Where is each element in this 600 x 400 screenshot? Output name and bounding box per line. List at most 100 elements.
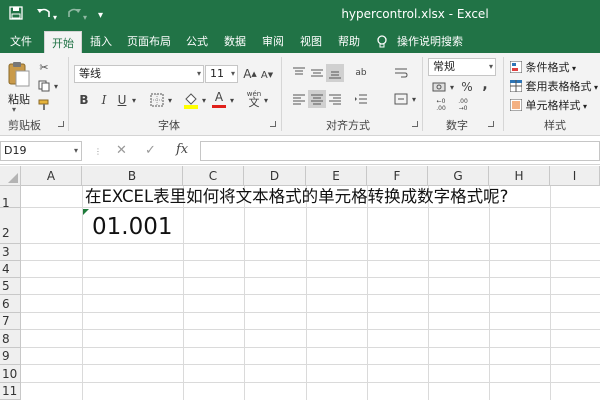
row-header-1[interactable]: 1 [0,186,21,210]
fill-color-dropdown-icon[interactable]: ▾ [200,91,208,109]
alignment-launcher-icon[interactable] [412,121,418,127]
tab-review[interactable]: 审阅 [256,30,290,53]
cell-b1[interactable]: 在EXCEL表里如何将文本格式的单元格转换成数字格式呢? [85,187,508,207]
copy-dropdown-icon[interactable]: ▾ [52,80,60,92]
gridline [21,243,600,244]
select-all-button[interactable] [0,166,21,186]
format-painter-icon[interactable] [36,97,52,113]
row-header-7[interactable]: 7 [0,313,21,330]
align-left-icon[interactable] [290,91,308,107]
align-bottom-icon[interactable] [326,64,344,82]
clipboard-launcher-icon[interactable] [58,121,64,127]
error-indicator-icon[interactable] [83,209,89,215]
decrease-decimal-glyph2: →0 [458,105,468,112]
comma-style-button[interactable]: , [478,77,492,93]
font-name-select[interactable]: 等线 ▾ [74,65,204,83]
tab-insert[interactable]: 插入 [84,30,118,53]
cut-icon[interactable]: ✂ [36,59,52,75]
borders-icon[interactable] [148,91,166,109]
align-top-icon[interactable] [290,65,308,81]
percent-button[interactable]: % [460,79,474,95]
column-header-g[interactable]: G [428,166,489,186]
align-center-icon[interactable] [308,90,326,108]
cell-b2[interactable]: 01.001 [92,214,172,240]
row-header-11[interactable]: 11 [0,383,21,400]
font-color-icon[interactable]: A [211,89,227,109]
lightbulb-icon[interactable] [372,30,392,53]
tab-home[interactable]: 开始 [44,31,82,54]
column-header-d[interactable]: D [244,166,306,186]
paste-dropdown-icon[interactable]: ▾ [12,105,16,114]
column-header-e[interactable]: E [306,166,367,186]
increase-decimal-icon[interactable]: ←0.00 [432,97,450,113]
conditional-formatting-button[interactable]: 条件格式 ▾ [510,59,600,75]
phonetic-dropdown-icon[interactable]: ▾ [262,91,270,109]
gridline [21,382,600,383]
row-header-5[interactable]: 5 [0,278,21,295]
formula-input[interactable] [200,141,600,161]
grow-font-icon[interactable]: A ▲ [242,65,258,83]
tab-file[interactable]: 文件 [4,30,38,53]
font-color-dropdown-icon[interactable]: ▾ [228,91,236,109]
gridline [367,186,368,400]
row-header-4[interactable]: 4 [0,261,21,278]
row-header-9[interactable]: 9 [0,348,21,365]
column-header-i[interactable]: I [550,166,600,186]
font-color-swatch [212,104,226,108]
row-header-10[interactable]: 10 [0,365,21,383]
cancel-entry-button[interactable]: ✕ [116,143,127,158]
group-separator [503,57,504,131]
copy-icon[interactable] [36,78,52,94]
worksheet-grid[interactable]: A B C D E F G H I 1 2 3 4 5 6 7 8 9 10 1… [0,166,600,400]
row-header-2[interactable]: 2 [0,208,21,244]
italic-button[interactable]: I [97,91,111,109]
underline-dropdown-icon[interactable]: ▾ [130,91,138,109]
column-header-b[interactable]: B [82,166,183,186]
decrease-decimal-icon[interactable]: .00 →0 [454,97,472,113]
underline-button[interactable]: U [115,91,129,109]
number-launcher-icon[interactable] [488,121,494,127]
cell-styles-button[interactable]: 单元格样式 ▾ [510,97,600,113]
merge-dropdown-icon[interactable]: ▾ [410,91,418,107]
bold-button[interactable]: B [77,91,91,109]
column-header-h[interactable]: H [489,166,550,186]
merge-center-icon[interactable] [392,91,410,107]
chevron-down-icon: ▾ [230,69,235,78]
insert-function-button[interactable]: fx [176,142,188,157]
enter-entry-button[interactable]: ✓ [145,143,156,158]
tab-data[interactable]: 数据 [218,30,252,53]
tab-page-layout[interactable]: 页面布局 [122,30,176,53]
accounting-format-icon[interactable] [430,79,448,95]
orientation-icon[interactable]: ab [352,65,370,81]
tab-help[interactable]: 帮助 [332,30,366,53]
align-middle-icon[interactable] [308,65,326,81]
phonetic-guide-icon[interactable]: wén 文 [245,90,263,108]
wrap-text-icon[interactable] [392,65,410,81]
decrease-decimal-glyph: .00 [458,98,468,105]
row-header-3[interactable]: 3 [0,244,21,261]
format-as-table-button[interactable]: 套用表格格式 ▾ [510,78,600,94]
gridline [82,186,83,400]
row-header-8[interactable]: 8 [0,330,21,348]
fill-color-icon[interactable] [182,90,200,110]
indent-icon[interactable] [352,91,370,107]
tab-formulas[interactable]: 公式 [180,30,214,53]
borders-dropdown-icon[interactable]: ▾ [166,91,174,109]
row-header-6[interactable]: 6 [0,295,21,313]
column-header-a[interactable]: A [21,166,82,186]
shrink-font-icon[interactable]: A ▼ [259,66,275,84]
grow-font-glyph: A [243,67,252,81]
ribbon-home: 粘贴 ▾ ✂ ▾ 剪贴板 等线 ▾ 11 ▾ A ▲ A ▼ B I U ▾ ▾ ▾… [0,53,600,136]
tell-me-search[interactable]: 操作说明搜索 [394,30,466,53]
paste-icon[interactable] [6,59,32,89]
font-launcher-icon[interactable] [270,121,276,127]
column-header-f[interactable]: F [367,166,428,186]
accounting-dropdown-icon[interactable]: ▾ [448,79,456,95]
alignment-group-label: 对齐方式 [326,119,370,132]
column-header-c[interactable]: C [183,166,244,186]
font-size-select[interactable]: 11 ▾ [205,65,238,83]
tab-view[interactable]: 视图 [294,30,328,53]
name-box[interactable]: D19 ▾ [0,141,82,161]
align-right-icon[interactable] [326,91,344,107]
number-format-select[interactable]: 常规 ▾ [428,58,496,76]
